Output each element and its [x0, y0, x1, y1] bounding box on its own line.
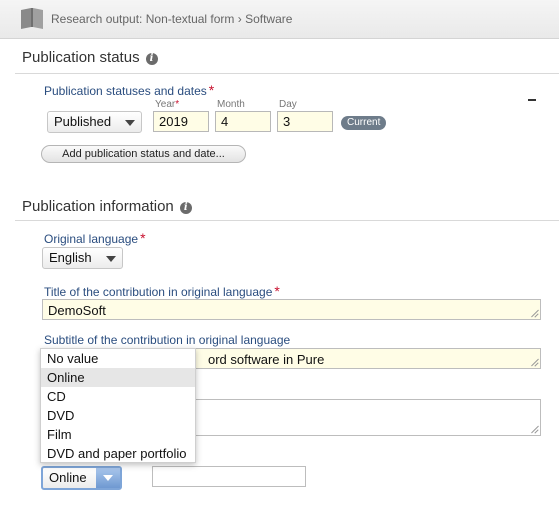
- subtitle-label: Subtitle of the contribution in original…: [44, 333, 291, 347]
- dropdown-option[interactable]: CD: [41, 387, 195, 406]
- section-title-publication-information: Publication information i: [22, 198, 192, 215]
- required-mark: *: [274, 283, 280, 299]
- year-input[interactable]: 2019: [153, 111, 209, 132]
- dropdown-option[interactable]: No value: [41, 349, 195, 368]
- resize-grip-icon[interactable]: [530, 309, 538, 317]
- dropdown-option[interactable]: DVD and paper portfolio: [41, 444, 195, 463]
- statuses-label-text: Publication statuses and dates: [44, 84, 207, 98]
- section-title-text: Publication information: [22, 198, 174, 215]
- status-select[interactable]: Published: [47, 111, 142, 133]
- original-language-value: English: [49, 250, 92, 265]
- select-arrow: [96, 468, 120, 488]
- required-mark: *: [140, 230, 146, 246]
- original-language-label-text: Original language: [44, 232, 139, 246]
- current-badge: Current: [341, 116, 387, 130]
- title-input-value: DemoSoft: [48, 303, 106, 318]
- dropdown-option[interactable]: DVD: [41, 406, 195, 425]
- status-select-value: Published: [54, 114, 112, 129]
- original-language-label: Original language *: [44, 230, 146, 246]
- media-select[interactable]: Online: [41, 466, 122, 490]
- subtitle-input-value: ord software in Pure: [208, 352, 325, 367]
- top-bar: Research output: Non-textual form › Soft…: [0, 0, 559, 39]
- year-label-text: Year: [155, 99, 176, 110]
- chevron-down-icon: [125, 120, 135, 126]
- dropdown-option[interactable]: Film: [41, 425, 195, 444]
- month-input[interactable]: 4: [215, 111, 271, 132]
- original-language-select[interactable]: English: [42, 247, 123, 269]
- add-status-button[interactable]: Add publication status and date...: [41, 145, 246, 163]
- dropdown-option-highlighted[interactable]: Online: [41, 368, 195, 387]
- info-icon[interactable]: i: [179, 202, 192, 214]
- remove-status-icon[interactable]: [528, 99, 536, 101]
- chevron-down-icon: [103, 475, 113, 481]
- day-label: Day: [279, 99, 297, 110]
- media-text-input[interactable]: [152, 466, 306, 487]
- resize-grip-icon[interactable]: [530, 425, 538, 433]
- required-mark: *: [175, 99, 180, 110]
- media-select-value: Online: [49, 470, 87, 485]
- section-title-text: Publication status: [22, 49, 140, 66]
- year-label: Year*: [155, 99, 179, 110]
- statuses-label: Publication statuses and dates *: [44, 82, 214, 98]
- required-mark: *: [208, 82, 215, 98]
- chevron-down-icon: [106, 256, 116, 262]
- divider: [15, 220, 559, 221]
- breadcrumb: Research output: Non-textual form › Soft…: [51, 12, 293, 26]
- month-label: Month: [217, 99, 245, 110]
- title-label-text: Title of the contribution in original la…: [44, 285, 273, 299]
- media-dropdown-menu: No value Online CD DVD Film DVD and pape…: [40, 348, 196, 463]
- day-input[interactable]: 3: [277, 111, 333, 132]
- resize-grip-icon[interactable]: [530, 358, 538, 366]
- info-icon[interactable]: i: [145, 53, 158, 65]
- title-label: Title of the contribution in original la…: [44, 283, 280, 299]
- title-input[interactable]: DemoSoft: [42, 299, 541, 320]
- section-title-publication-status: Publication status i: [22, 49, 158, 66]
- divider: [15, 73, 559, 74]
- book-icon: [20, 7, 44, 34]
